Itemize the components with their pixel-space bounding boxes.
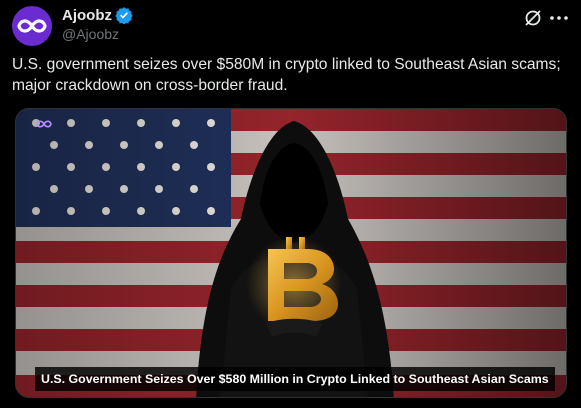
infinity-logo-icon [17, 19, 47, 33]
tweet-header: Ajoobz @Ajoobz [12, 4, 569, 46]
verified-badge-icon [115, 7, 133, 24]
handle[interactable]: @Ajoobz [62, 26, 119, 42]
grok-icon[interactable] [523, 8, 543, 28]
more-dots-icon[interactable] [549, 8, 569, 28]
display-name[interactable]: Ajoobz [62, 7, 112, 24]
ajoobz-small-logo-icon [36, 120, 52, 128]
avatar[interactable] [12, 6, 52, 46]
more-dots-glyph [550, 16, 568, 20]
next-item-fade [12, 400, 92, 408]
name-row: Ajoobz [62, 6, 133, 24]
media-caption: U.S. Government Seizes Over $580 Million… [35, 367, 555, 391]
tweet-text: U.S. government seizes over $580M in cry… [12, 56, 561, 94]
tweet-media[interactable]: U.S. Government Seizes Over $580 Million… [15, 108, 567, 398]
media-image [16, 109, 566, 397]
